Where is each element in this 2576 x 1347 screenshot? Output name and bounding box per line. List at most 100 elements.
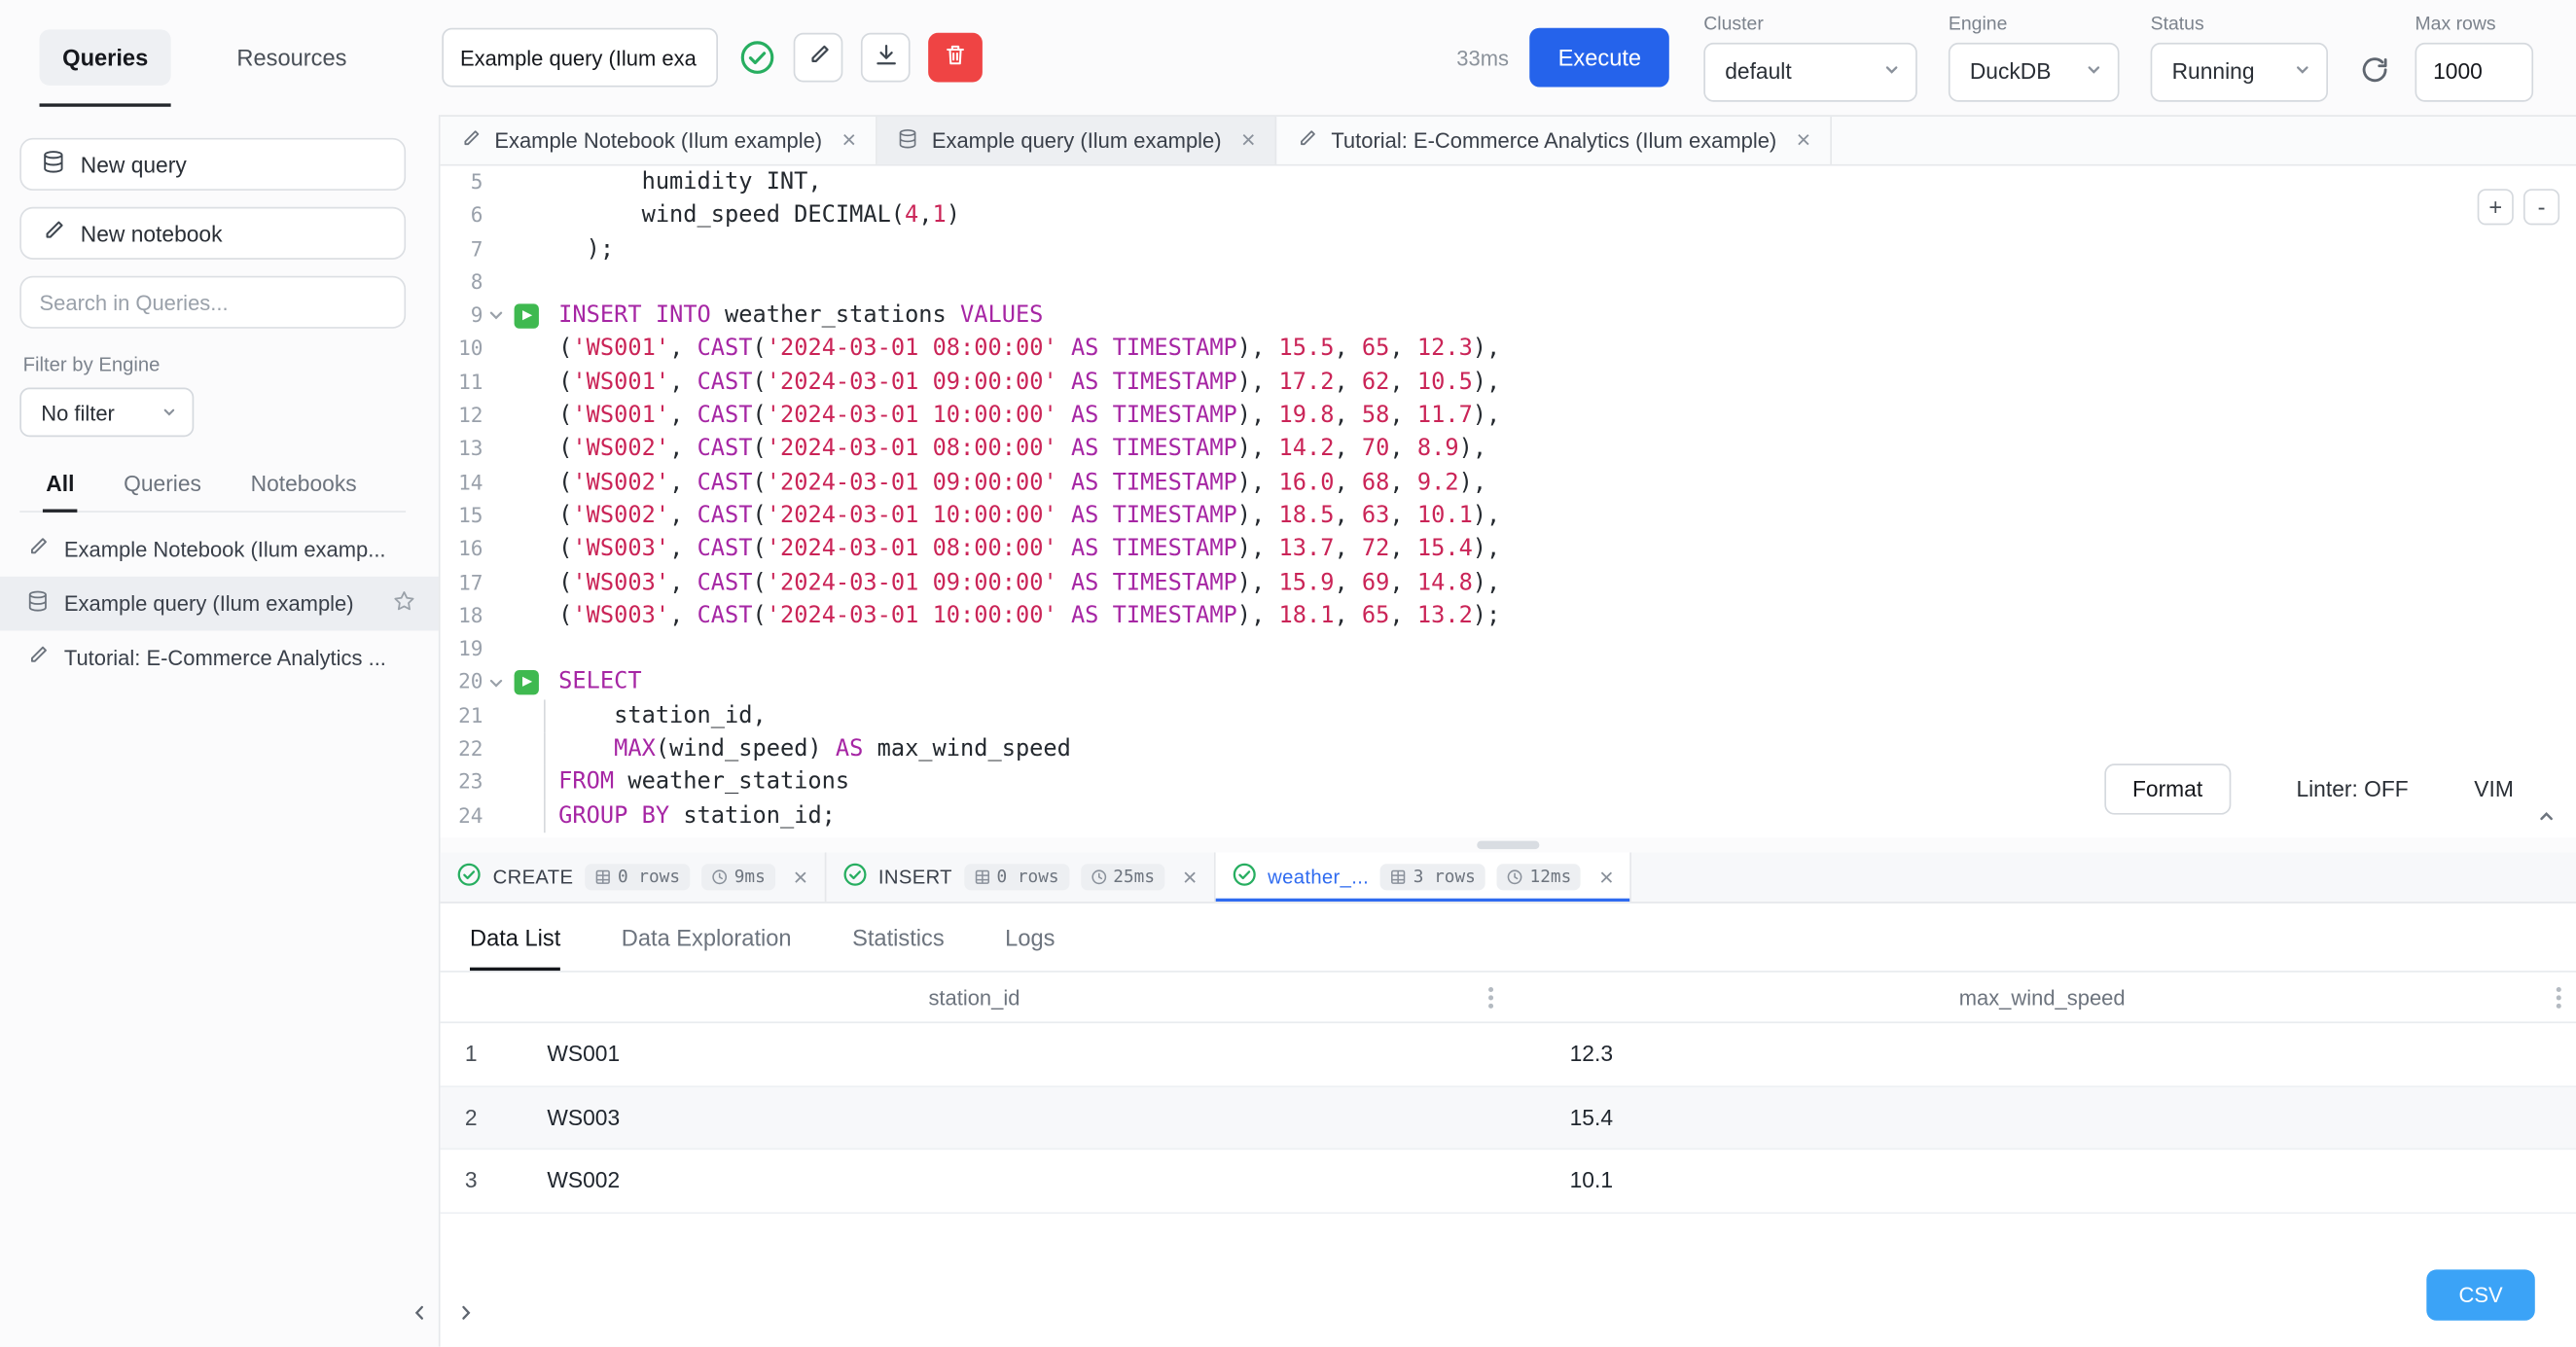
line-number: 19 <box>441 632 483 665</box>
code-line[interactable]: 21 station_id, <box>441 699 2576 732</box>
result-tab[interactable]: CREATE 0 rows 9ms × <box>441 852 826 902</box>
tab-resources[interactable]: Resources <box>214 0 370 115</box>
code-line[interactable]: 11('WS001', CAST('2024-03-01 09:00:00' A… <box>441 366 2576 399</box>
list-item[interactable]: Tutorial: E-Commerce Analytics ... <box>0 630 439 685</box>
refresh-button[interactable] <box>2359 21 2390 93</box>
zoom-in-button[interactable]: + <box>2478 189 2514 225</box>
new-query-button[interactable]: New query <box>19 138 406 191</box>
download-query-button[interactable] <box>861 33 911 83</box>
column-menu-icon[interactable] <box>1488 986 1493 1008</box>
fold-chevron-icon <box>488 674 505 691</box>
new-query-label: New query <box>81 152 187 176</box>
code-line[interactable]: 8 <box>441 266 2576 299</box>
code-line[interactable]: 15('WS002', CAST('2024-03-01 10:00:00' A… <box>441 499 2576 532</box>
column-menu-icon[interactable] <box>2557 986 2561 1008</box>
prev-page-button[interactable] <box>404 1294 433 1330</box>
close-icon[interactable]: × <box>1183 865 1198 889</box>
run-cell-button[interactable] <box>514 303 538 328</box>
sidebar-tab-queries[interactable]: Queries <box>121 460 205 511</box>
next-page-button[interactable] <box>450 1294 480 1330</box>
close-icon[interactable]: × <box>1797 128 1811 153</box>
pencil-icon <box>460 127 482 154</box>
code-line[interactable]: 17('WS003', CAST('2024-03-01 09:00:00' A… <box>441 566 2576 599</box>
close-icon[interactable]: × <box>841 128 856 153</box>
sidebar-tab-all[interactable]: All <box>43 460 78 511</box>
tab-data-list[interactable]: Data List <box>470 904 560 971</box>
editor-tab[interactable]: Example query (Ilum example) × <box>877 117 1276 164</box>
row-index: 2 <box>441 1105 531 1129</box>
code-line[interactable]: 12('WS001', CAST('2024-03-01 10:00:00' A… <box>441 400 2576 433</box>
star-icon[interactable] <box>393 589 416 618</box>
code-line[interactable]: 16('WS003', CAST('2024-03-01 08:00:00' A… <box>441 533 2576 566</box>
table-row[interactable]: 3 WS002 10.1 <box>441 1150 2576 1213</box>
result-tab[interactable]: weather_... 3 rows 12ms × <box>1215 852 1631 902</box>
table-row[interactable]: 2 WS003 15.4 <box>441 1086 2576 1150</box>
code-line[interactable]: 10('WS001', CAST('2024-03-01 08:00:00' A… <box>441 333 2576 366</box>
engine-value: DuckDB <box>1970 59 2052 84</box>
code-line[interactable]: 20SELECT <box>441 666 2576 699</box>
rename-query-button[interactable] <box>794 33 843 83</box>
cluster-select[interactable]: default <box>1703 42 1917 101</box>
code-line[interactable]: 6 wind_speed DECIMAL(4,1) <box>441 199 2576 232</box>
engine-filter-select[interactable]: No filter <box>19 388 194 438</box>
tab-data-exploration[interactable]: Data Exploration <box>622 904 792 971</box>
code-line[interactable]: 13('WS002', CAST('2024-03-01 08:00:00' A… <box>441 433 2576 466</box>
code-line[interactable]: 9INSERT INTO weather_stations VALUES <box>441 300 2576 333</box>
run-cell-button[interactable] <box>514 670 538 694</box>
status-select[interactable]: Running <box>2151 42 2328 101</box>
code-line[interactable]: 14('WS002', CAST('2024-03-01 09:00:00' A… <box>441 466 2576 499</box>
delete-query-button[interactable] <box>928 33 983 83</box>
tab-resources-label: Resources <box>214 29 370 85</box>
tab-logs[interactable]: Logs <box>1005 904 1055 971</box>
list-item[interactable]: Example query (Ilum example) <box>0 577 439 631</box>
zoom-out-button[interactable]: - <box>2523 189 2559 225</box>
engine-label: Engine <box>1949 14 2120 33</box>
resize-handle[interactable] <box>1477 841 1539 849</box>
close-icon[interactable]: × <box>1599 865 1614 889</box>
tab-queries[interactable]: Queries <box>40 0 171 115</box>
code-line[interactable]: 22 MAX(wind_speed) AS max_wind_speed <box>441 732 2576 765</box>
line-number: 14 <box>441 466 483 499</box>
editor-tab-label: Tutorial: E-Commerce Analytics (Ilum exa… <box>1331 128 1776 153</box>
sidebar-tab-notebooks[interactable]: Notebooks <box>247 460 360 511</box>
tab-statistics[interactable]: Statistics <box>852 904 945 971</box>
execute-button[interactable]: Execute <box>1530 28 1669 88</box>
chevron-down-icon <box>161 400 178 424</box>
table-body: 1 WS001 12.3 2 WS003 15.4 3 WS002 10.1 <box>441 1023 2576 1214</box>
line-number: 9 <box>441 300 483 333</box>
code-line[interactable]: 5 humidity INT, <box>441 166 2576 199</box>
linter-toggle[interactable]: Linter: OFF <box>2296 777 2408 801</box>
sql-editor[interactable]: 5 humidity INT,6 wind_speed DECIMAL(4,1)… <box>441 166 2576 838</box>
close-icon[interactable]: × <box>793 865 807 889</box>
editor-tab[interactable]: Example Notebook (Ilum example) × <box>441 117 878 164</box>
query-name-input[interactable] <box>442 28 718 88</box>
search-input[interactable] <box>19 276 406 329</box>
new-notebook-button[interactable]: New notebook <box>19 207 406 260</box>
vim-toggle[interactable]: VIM <box>2474 777 2514 801</box>
download-icon <box>874 43 898 72</box>
code-line[interactable]: 7 ); <box>441 232 2576 266</box>
editor-footer: Format Linter: OFF VIM <box>2104 763 2514 814</box>
column-header-max-wind-speed[interactable]: max_wind_speed <box>1508 973 2576 1022</box>
max-rows-input[interactable] <box>2415 42 2534 101</box>
duration-badge: 25ms <box>1081 864 1165 890</box>
close-icon[interactable]: × <box>1241 128 1256 153</box>
result-tab[interactable]: INSERT 0 rows 25ms × <box>826 852 1215 902</box>
list-item[interactable]: Example Notebook (Ilum examp... <box>0 522 439 577</box>
code-line[interactable]: 18('WS003', CAST('2024-03-01 10:00:00' A… <box>441 599 2576 632</box>
status-label: Status <box>2151 14 2328 33</box>
pagination <box>404 1294 480 1330</box>
editor-tab[interactable]: Tutorial: E-Commerce Analytics (Ilum exa… <box>1277 117 1833 164</box>
column-header-station-id[interactable]: station_id <box>441 973 1509 1022</box>
line-number: 16 <box>441 533 483 566</box>
engine-select[interactable]: DuckDB <box>1949 42 2120 101</box>
topbar: Queries Resources 33ms Execute Cluster d… <box>0 0 2576 115</box>
latency-text: 33ms <box>1456 45 1509 69</box>
export-csv-button[interactable]: CSV <box>2426 1269 2534 1320</box>
format-button[interactable]: Format <box>2104 763 2231 814</box>
code-line[interactable]: 19 <box>441 632 2576 665</box>
line-number: 8 <box>441 266 483 299</box>
table-row[interactable]: 1 WS001 12.3 <box>441 1023 2576 1086</box>
collapse-editor-button[interactable] <box>2536 805 2556 834</box>
editor-tab-label: Example Notebook (Ilum example) <box>494 128 822 153</box>
